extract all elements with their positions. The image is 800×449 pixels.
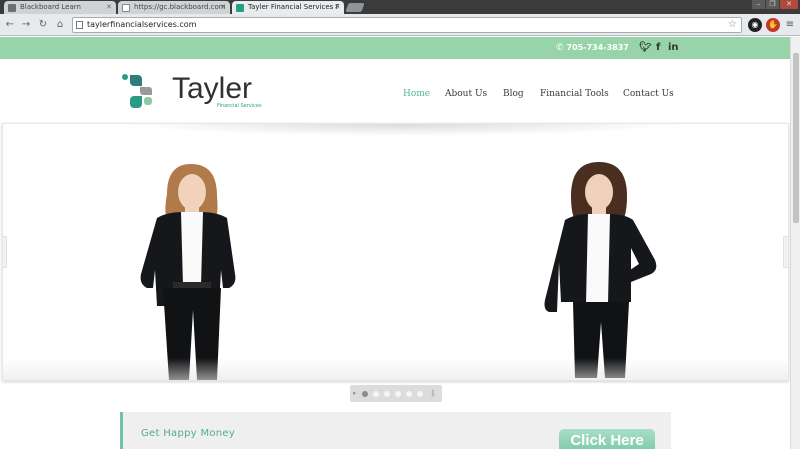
nav-home[interactable]: Home	[403, 89, 430, 99]
slider-next-arrow[interactable]	[783, 236, 788, 268]
slider-dot[interactable]	[417, 391, 423, 397]
close-tab-icon[interactable]: ✕	[220, 1, 226, 14]
back-arrow-icon[interactable]: ←	[4, 18, 16, 32]
pause-icon[interactable]: ∥	[431, 389, 435, 397]
site-header: Tayler Financial Services Home About Us …	[0, 59, 790, 122]
browser-tab-gc-blackboard[interactable]: https://gc.blackboard.com ✕	[118, 1, 230, 14]
nav-blog[interactable]: Blog	[503, 89, 524, 99]
blackboard-favicon-icon	[8, 4, 16, 12]
reload-icon[interactable]: ↻	[37, 18, 49, 32]
address-bar[interactable]: taylerfinancialservices.com ☆	[72, 17, 742, 33]
slider-shadow	[123, 124, 683, 136]
phone-icon: ✆	[556, 43, 564, 53]
tayler-favicon-icon	[236, 4, 244, 12]
extension-eye-icon[interactable]: ◉	[748, 18, 762, 32]
browser-toolbar: ← → ↻ ⌂ taylerfinancialservices.com ☆ ◉ …	[0, 14, 800, 36]
logo-wordmark: Tayler	[172, 72, 253, 105]
home-icon[interactable]: ⌂	[54, 18, 66, 32]
contact-top-bar: ✆ 705-734-3837 🐦︎ f in	[0, 37, 790, 59]
slider-dot[interactable]	[406, 391, 412, 397]
phone-number[interactable]: ✆ 705-734-3837	[556, 37, 629, 59]
logo-tagline: Financial Services	[217, 103, 262, 109]
tab-title: https://gc.blackboard.com	[134, 3, 226, 11]
nav-about-us[interactable]: About Us	[445, 89, 487, 99]
browser-menu-icon[interactable]: ≡	[784, 18, 796, 32]
scrollbar-thumb[interactable]	[793, 53, 799, 223]
nav-contact-us[interactable]: Contact Us	[623, 89, 674, 99]
nav-financial-tools[interactable]: Financial Tools	[540, 89, 609, 99]
page-scrollbar[interactable]	[790, 37, 800, 449]
slide-photo-woman-left	[140, 164, 236, 380]
facebook-icon[interactable]: f	[656, 37, 660, 59]
minimize-window-icon[interactable]: –	[752, 0, 765, 9]
cta-banner: Get Happy Money Click Here	[120, 412, 671, 449]
close-tab-icon[interactable]: ✕	[106, 1, 112, 14]
new-tab-button[interactable]	[345, 3, 365, 12]
slider-prev-arrow[interactable]	[3, 236, 7, 268]
url-text: taylerfinancialservices.com	[87, 20, 197, 29]
slider-dot[interactable]	[395, 391, 401, 397]
page-viewport: ✆ 705-734-3837 🐦︎ f in Tayler Financial S…	[0, 37, 790, 449]
page-favicon-icon	[122, 4, 130, 12]
linkedin-icon[interactable]: in	[668, 37, 679, 59]
hero-slider[interactable]	[2, 123, 789, 381]
play-icon[interactable]: ▸	[353, 389, 357, 397]
browser-tab-strip: Blackboard Learn ✕ https://gc.blackboard…	[0, 0, 800, 14]
close-window-icon[interactable]: ✕	[780, 0, 798, 9]
click-here-button[interactable]: Click Here	[559, 429, 655, 449]
banner-headline: Get Happy Money	[141, 428, 236, 439]
site-logo[interactable]: Tayler Financial Services	[120, 72, 262, 112]
logo-leaf-icon	[122, 74, 152, 108]
slide-photo-woman-right	[544, 162, 657, 378]
forward-arrow-icon[interactable]: →	[20, 18, 32, 32]
twitter-icon[interactable]: 🐦︎	[639, 37, 652, 59]
tab-title: Blackboard Learn	[20, 3, 81, 11]
slider-dot[interactable]	[384, 391, 390, 397]
page-icon	[76, 21, 83, 29]
slider-floor-shadow	[3, 358, 788, 380]
phone-text: 705-734-3837	[566, 43, 629, 52]
adblock-icon[interactable]: ✋	[766, 18, 780, 32]
slider-dot[interactable]	[362, 391, 368, 397]
slider-dot[interactable]	[373, 391, 379, 397]
browser-tab-tayler[interactable]: Tayler Financial Services F ✕	[232, 1, 344, 14]
restore-window-icon[interactable]: ❐	[766, 0, 779, 9]
bookmark-star-icon[interactable]: ☆	[728, 18, 737, 32]
slider-pagination: ▸ ∥	[350, 385, 442, 402]
close-tab-icon[interactable]: ✕	[334, 1, 340, 14]
browser-tab-blackboard[interactable]: Blackboard Learn ✕	[4, 1, 116, 14]
tab-title: Tayler Financial Services F	[248, 3, 340, 11]
